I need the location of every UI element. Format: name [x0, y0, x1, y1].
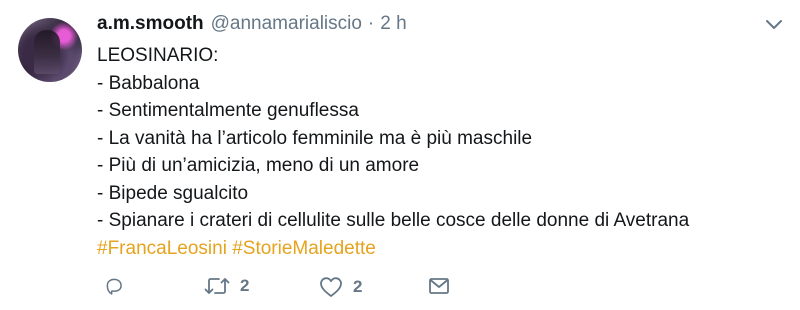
tweet-line: - Più di un’amicizia, meno di un amore — [97, 155, 420, 176]
envelope-icon — [428, 276, 450, 296]
tweet-text: LEOSINARIO: - Babbalona - Sentimentalmen… — [97, 42, 787, 262]
hashtag-line: #FrancaLeosini #StorieMaledette — [97, 235, 787, 263]
reply-button[interactable] — [104, 276, 124, 296]
tweet-line: - Babbalona — [97, 72, 200, 94]
heart-icon — [319, 276, 343, 298]
reply-icon — [104, 276, 124, 296]
retweet-count: 2 — [240, 276, 250, 295]
like-button[interactable]: 2 — [319, 276, 362, 298]
tweet-header: a.m.smooth @annamarialiscio · 2 h — [97, 13, 407, 39]
hashtag-link[interactable]: #FrancaLeosini — [97, 238, 227, 259]
timestamp[interactable]: 2 h — [380, 13, 406, 35]
tweet-line: LEOSINARIO: — [97, 45, 219, 66]
chevron-down-icon[interactable] — [764, 17, 784, 33]
direct-message-button[interactable] — [428, 276, 450, 296]
avatar[interactable] — [18, 18, 82, 82]
tweet-line: - Bipede sgualcito — [97, 182, 249, 204]
retweet-icon — [204, 276, 230, 296]
like-count: 2 — [353, 277, 363, 296]
user-handle[interactable]: @annamarialiscio — [211, 13, 362, 35]
tweet-line: - Spianare i crateri di cellulite sulle … — [97, 210, 690, 231]
tweet-line: - Sentimentalmente genuflessa — [97, 100, 359, 121]
retweet-button[interactable]: 2 — [204, 276, 249, 296]
tweet-line: - La vanità ha l’articolo femminile ma è… — [97, 127, 533, 149]
separator-dot: · — [367, 13, 375, 34]
hashtag-link[interactable]: #StorieMaledette — [232, 238, 376, 259]
display-name[interactable]: a.m.smooth — [97, 13, 204, 35]
